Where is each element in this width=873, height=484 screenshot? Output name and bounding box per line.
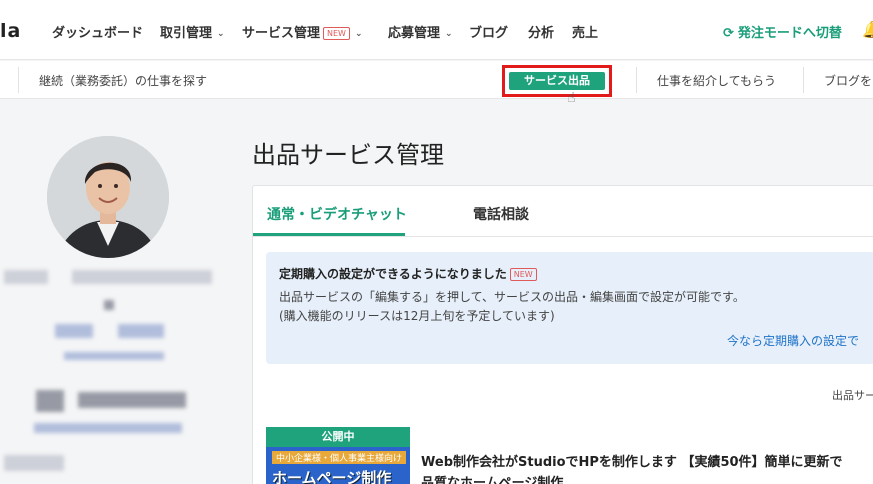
subscription-setting-link[interactable]: 今なら定期購入の設定で xyxy=(727,332,859,349)
nav-sales[interactable]: 売上 xyxy=(572,22,598,41)
notice-title-text: 定期購入の設定ができるようになりました xyxy=(279,267,507,281)
divider xyxy=(18,67,19,93)
chevron-down-icon: ⌄ xyxy=(217,29,225,39)
nav-dashboard[interactable]: ダッシュボード xyxy=(52,22,143,41)
divider xyxy=(636,67,637,93)
thumbnail-title: ホームページ制作 xyxy=(272,469,392,484)
nav-blog-label: ブログ xyxy=(469,26,509,41)
services-card: 通常・ビデオチャット 電話相談 定期購入の設定ができるようになりました NEW 出… xyxy=(252,185,873,484)
nav-service-management[interactable]: サービス管理 NEW ⌄ xyxy=(242,22,363,41)
divider xyxy=(803,67,804,93)
notice-line-2: (購入機能のリリースは12月上旬を予定しています) xyxy=(279,309,555,323)
status-badge: 公開中 xyxy=(266,427,410,447)
nav-applications-label: 応募管理 xyxy=(388,26,441,41)
listing-sort-link[interactable]: 出品サー xyxy=(832,387,873,403)
tab-phone-consultation[interactable]: 電話相談 xyxy=(473,204,529,224)
top-nav: la ダッシュボード 取引管理 ⌄ サービス管理 NEW ⌄ 応募管理 ⌄ ブログ 分析… xyxy=(0,0,873,60)
new-badge: NEW xyxy=(323,27,350,40)
service-thumbnail[interactable]: 公開中 中小企業様・個人事業主様向け ホームページ制作 xyxy=(266,427,410,484)
notice-line-1: 出品サービスの「編集する」を押して、サービスの出品・編集画面で設定が可能です。 xyxy=(279,290,745,304)
nav-applications[interactable]: 応募管理 ⌄ xyxy=(388,22,453,41)
page-title: 出品サービス管理 xyxy=(252,141,444,169)
nav-analytics-label: 分析 xyxy=(528,26,555,41)
logo[interactable]: la xyxy=(0,20,21,42)
nav-transactions-label: 取引管理 xyxy=(160,26,213,41)
thumbnail-subtitle: 中小企業様・個人事業主様向け xyxy=(272,451,407,464)
subscription-notice: 定期購入の設定ができるようになりました NEW 出品サービスの「編集する」を押して… xyxy=(266,252,873,364)
tab-standard-video-chat[interactable]: 通常・ビデオチャット xyxy=(267,204,407,224)
sub-nav: 継続（業務委託）の仕事を探す サービス出品 仕事を紹介してもらう ブログを xyxy=(0,61,873,99)
notice-title: 定期購入の設定ができるようになりました NEW xyxy=(279,265,537,282)
blog-link[interactable]: ブログを xyxy=(824,72,872,89)
nav-analytics[interactable]: 分析 xyxy=(528,22,554,41)
find-work-link[interactable]: 継続（業務委託）の仕事を探す xyxy=(39,72,207,89)
chevron-down-icon: ⌄ xyxy=(354,29,363,39)
bell-icon[interactable]: 🔔 xyxy=(862,20,873,39)
chevron-down-icon: ⌄ xyxy=(445,29,453,39)
switch-label: 発注モードへ切替 xyxy=(737,26,842,41)
nav-transactions[interactable]: 取引管理 ⌄ xyxy=(160,22,225,41)
nav-blog[interactable]: ブログ xyxy=(469,22,508,41)
new-badge: NEW xyxy=(509,268,537,281)
service-title-link-line2[interactable]: 品質なホームページ制作 xyxy=(421,472,563,484)
avatar[interactable] xyxy=(47,136,169,258)
highlight-box: サービス出品 xyxy=(502,65,612,97)
service-title-link[interactable]: Web制作会社がStudioでHPを制作します 【実績50件】簡単に更新で xyxy=(421,451,843,470)
switch-to-buyer-mode[interactable]: ⟳ 発注モードへ切替 xyxy=(723,22,842,41)
divider xyxy=(253,236,873,237)
nav-service-label: サービス管理 xyxy=(242,26,321,41)
nav-dashboard-label: ダッシュボード xyxy=(52,26,144,41)
pointer-cursor-icon: ☝ xyxy=(567,90,576,106)
person-photo xyxy=(47,136,169,258)
introduce-work-link[interactable]: 仕事を紹介してもらう xyxy=(657,72,776,89)
nav-sales-label: 売上 xyxy=(572,26,599,41)
refresh-icon: ⟳ xyxy=(723,26,734,41)
service-listing-button[interactable]: サービス出品 xyxy=(509,72,605,90)
